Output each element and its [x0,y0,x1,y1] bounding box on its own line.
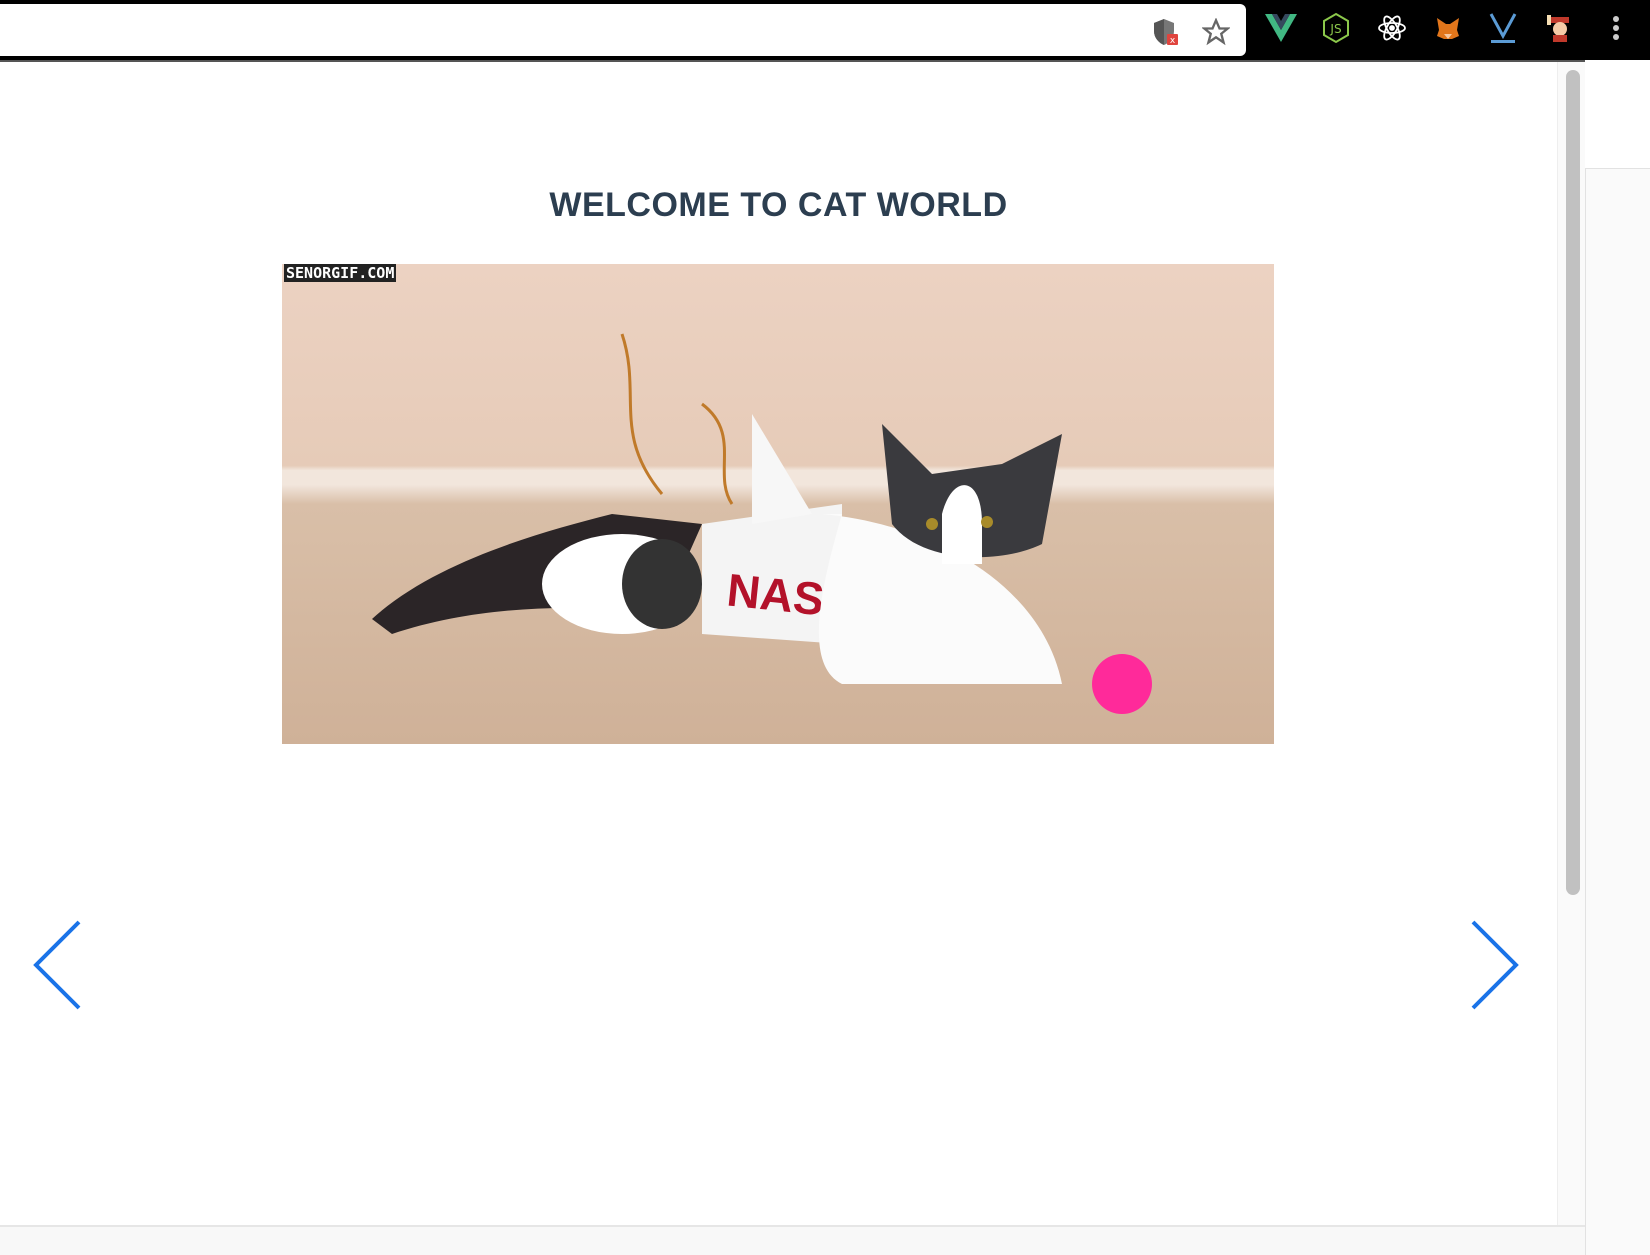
page-title: WELCOME TO CAT WORLD [549,186,1008,224]
vuetify-icon[interactable] [1487,12,1519,44]
svg-text:JS: JS [1329,22,1341,36]
vertical-scrollbar[interactable] [1557,62,1585,1225]
star-bookmark-icon[interactable] [1200,16,1232,48]
react-devtools-icon[interactable] [1376,12,1408,44]
more-menu-icon[interactable] [1600,12,1632,44]
metamask-icon[interactable] [1432,12,1464,44]
bottom-panel-edge [0,1225,1585,1255]
page-viewport: WELCOME TO CAT WORLD SENORGIF.COM NASA [0,60,1585,1225]
address-bar[interactable]: x [0,4,1246,56]
previous-slide-button[interactable] [32,920,82,1010]
nodejs-icon[interactable]: JS [1320,12,1352,44]
svg-text:x: x [1170,36,1176,46]
shield-blocked-icon[interactable]: x [1150,16,1182,48]
next-slide-button[interactable] [1470,920,1520,1010]
chevron-right-icon [1471,920,1519,1010]
vue-devtools-icon[interactable] [1265,12,1297,44]
cat-illustration: NASA [372,333,1152,714]
cat-image: SENORGIF.COM NASA [282,264,1274,744]
chevron-left-icon [33,920,81,1010]
devtools-panel-edge [1585,60,1650,1255]
browser-toolbar: x JS [0,0,1650,60]
avatar-extension-icon[interactable] [1543,12,1575,44]
scrollbar-thumb[interactable] [1566,70,1580,895]
